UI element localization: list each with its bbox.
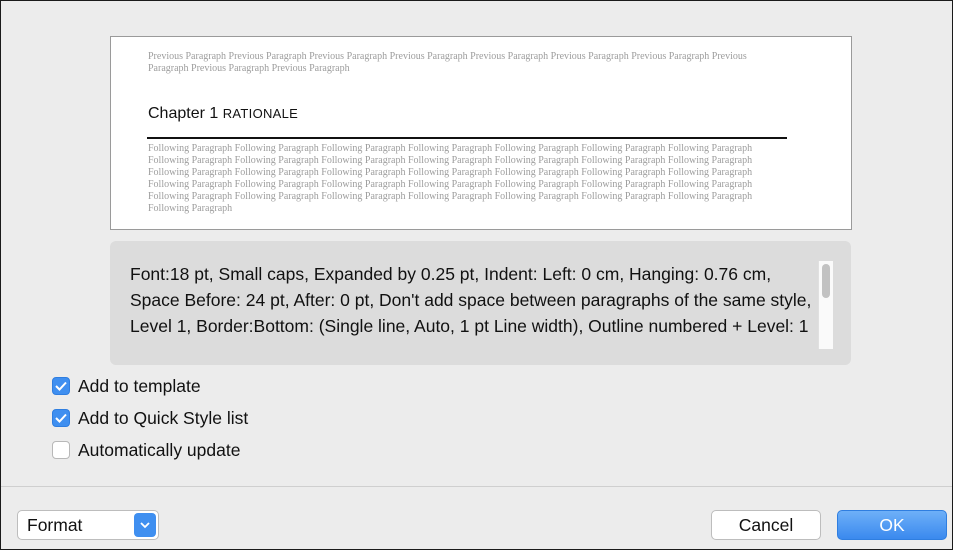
format-popup-button[interactable]: Format <box>17 510 159 540</box>
add-to-quick-style-checkbox[interactable] <box>52 409 70 427</box>
add-to-template-checkbox[interactable] <box>52 377 70 395</box>
preview-heading-title: Rationale <box>222 106 299 121</box>
automatically-update-checkbox[interactable] <box>52 441 70 459</box>
checkmark-icon <box>55 413 67 423</box>
style-description-box: Font:18 pt, Small caps, Expanded by 0.25… <box>110 241 851 365</box>
preview-heading-number: Chapter 1 <box>148 105 219 122</box>
add-to-quick-style-option[interactable]: Add to Quick Style list <box>52 407 248 429</box>
cancel-button[interactable]: Cancel <box>711 510 821 540</box>
preview-previous-paragraph: Previous Paragraph Previous Paragraph Pr… <box>148 51 747 74</box>
automatically-update-option[interactable]: Automatically update <box>52 439 240 461</box>
automatically-update-label: Automatically update <box>78 439 241 460</box>
modify-style-dialog: Previous Paragraph Previous Paragraph Pr… <box>0 0 953 550</box>
preview-heading: Chapter 1 Rationale <box>148 105 298 123</box>
description-scrollbar[interactable] <box>818 261 833 349</box>
style-description-text: Font:18 pt, Small caps, Expanded by 0.25… <box>130 264 812 345</box>
footer-divider <box>1 486 952 487</box>
ok-button[interactable]: OK <box>837 510 947 540</box>
preview-following-paragraph: Following Paragraph Following Paragraph … <box>148 143 753 214</box>
chevron-down-icon[interactable] <box>134 513 156 537</box>
format-button-label: Format <box>27 514 83 535</box>
checkmark-icon <box>55 381 67 391</box>
style-preview: Previous Paragraph Previous Paragraph Pr… <box>110 36 852 230</box>
preview-bottom-border <box>147 137 787 139</box>
description-scroll-thumb[interactable] <box>822 264 830 298</box>
add-to-template-option[interactable]: Add to template <box>52 375 201 397</box>
add-to-template-label: Add to template <box>78 375 201 396</box>
add-to-quick-style-label: Add to Quick Style list <box>78 407 249 428</box>
